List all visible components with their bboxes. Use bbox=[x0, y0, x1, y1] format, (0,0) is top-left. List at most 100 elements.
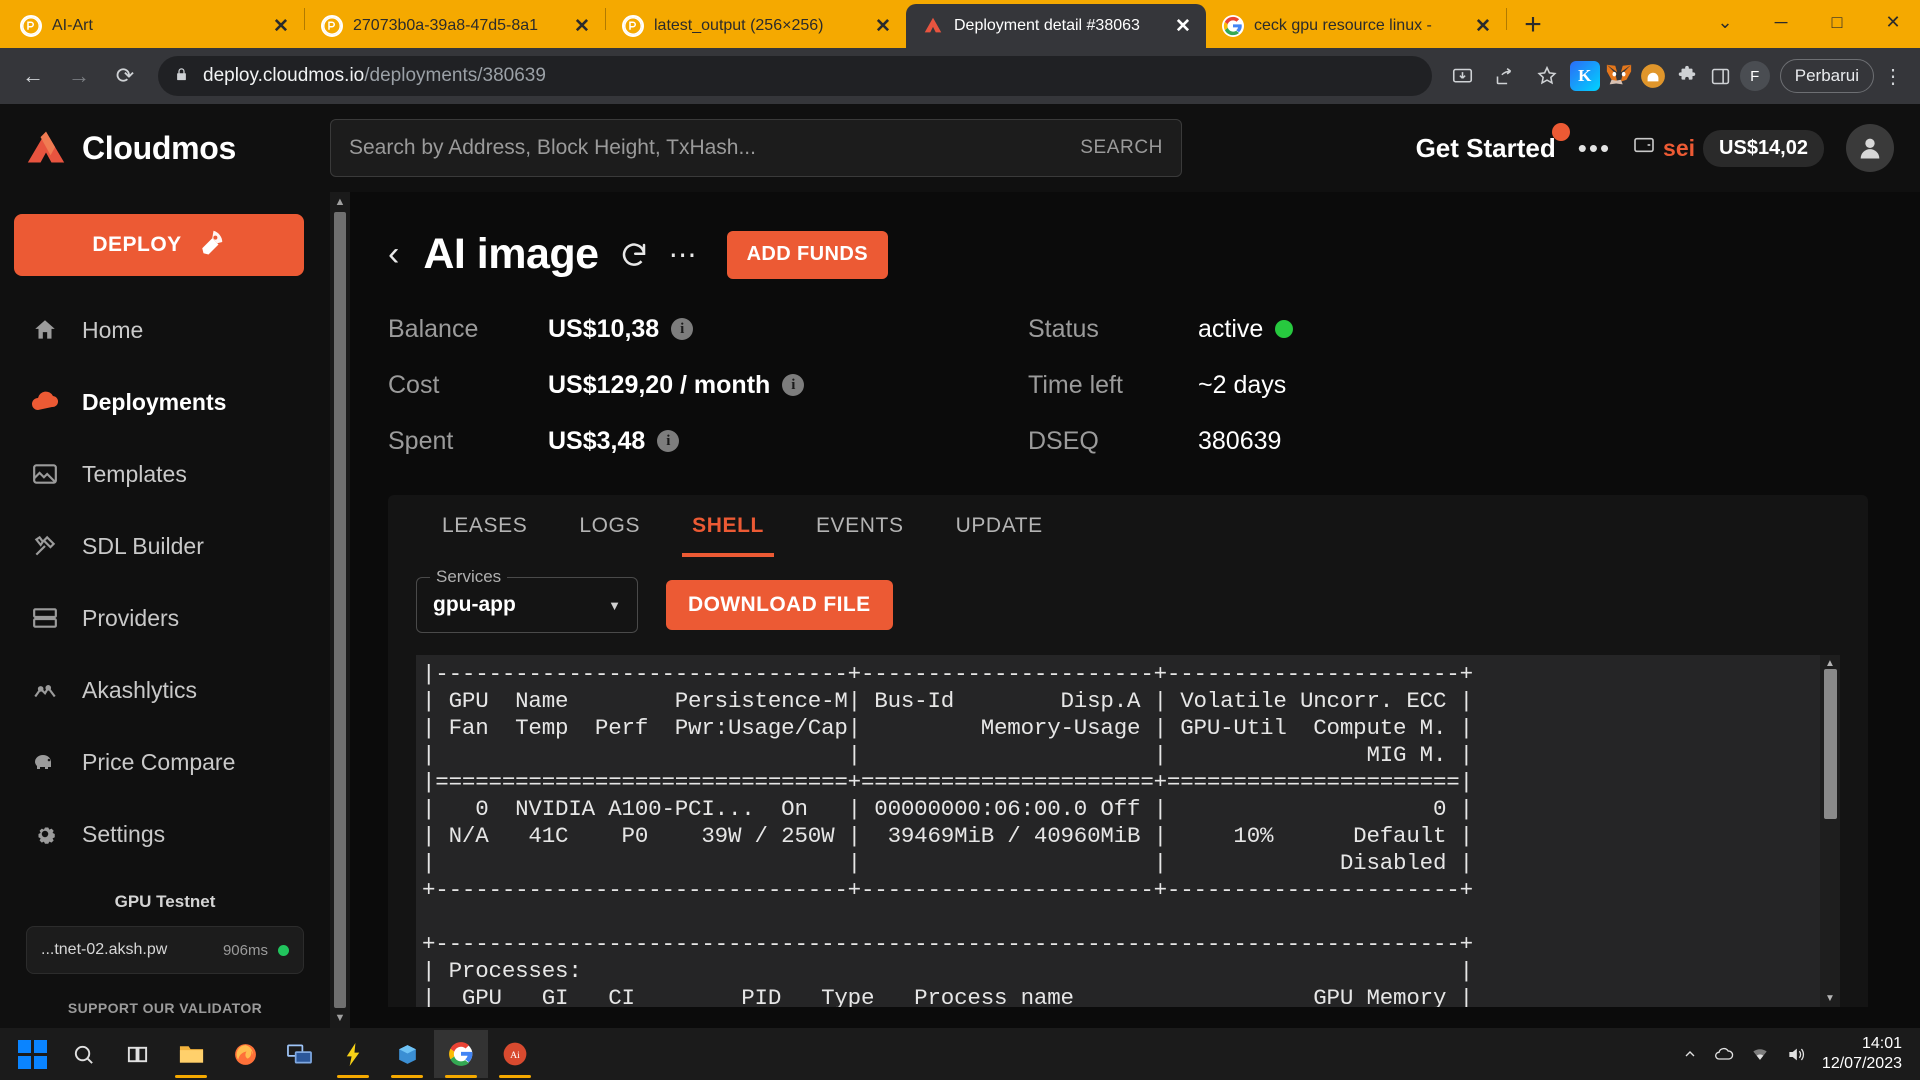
maximize-button[interactable]: □ bbox=[1810, 2, 1864, 42]
terminal-scrollbar[interactable]: ▲ ▼ bbox=[1820, 655, 1840, 1007]
taskbar-ai-app-icon[interactable]: Ai bbox=[488, 1030, 542, 1078]
clock-time: 14:01 bbox=[1862, 1035, 1902, 1052]
taskbar-chrome-icon[interactable] bbox=[434, 1030, 488, 1078]
services-select[interactable]: Services gpu-app ▼ bbox=[416, 577, 638, 633]
forward-button[interactable]: → bbox=[58, 55, 100, 97]
close-icon[interactable]: ✕ bbox=[1470, 13, 1496, 39]
tab-leases[interactable]: LEASES bbox=[416, 495, 553, 557]
update-button[interactable]: Perbarui bbox=[1780, 59, 1874, 93]
keplr-extension-icon[interactable]: K bbox=[1570, 61, 1600, 91]
profile-avatar[interactable]: F bbox=[1740, 61, 1770, 91]
phantom-extension-icon[interactable] bbox=[1638, 61, 1668, 91]
analytics-icon bbox=[30, 678, 60, 702]
chevron-down-icon[interactable]: ▼ bbox=[608, 598, 621, 613]
scroll-down-arrow[interactable]: ▼ bbox=[335, 1012, 346, 1024]
minimize-all-button[interactable]: ⌄ bbox=[1698, 2, 1752, 42]
search-button[interactable]: SEARCH bbox=[1080, 137, 1163, 159]
stat-value: active bbox=[1198, 315, 1293, 344]
node-status[interactable]: ...tnet-02.aksh.pw 906ms bbox=[26, 926, 304, 974]
more-dots-icon[interactable]: ⋯ bbox=[669, 238, 699, 271]
add-funds-button[interactable]: ADD FUNDS bbox=[727, 231, 888, 279]
side-panel-icon[interactable] bbox=[1706, 61, 1736, 91]
share-icon[interactable] bbox=[1486, 57, 1524, 95]
taskbar-remote-desktop-icon[interactable] bbox=[272, 1030, 326, 1078]
address-bar[interactable]: deploy.cloudmos.io/deployments/380639 bbox=[158, 56, 1432, 96]
tab-update[interactable]: UPDATE bbox=[930, 495, 1069, 557]
metamask-extension-icon[interactable] bbox=[1604, 61, 1634, 91]
taskbar-search-icon[interactable] bbox=[56, 1030, 110, 1078]
validator-link[interactable]: SUPPORT OUR VALIDATOR bbox=[0, 1000, 330, 1016]
taskbar-task-view-icon[interactable] bbox=[110, 1030, 164, 1078]
taskbar-file-explorer-icon[interactable] bbox=[164, 1030, 218, 1078]
global-search[interactable]: SEARCH bbox=[330, 119, 1182, 177]
photoshop-icon bbox=[622, 15, 644, 37]
deploy-button[interactable]: DEPLOY bbox=[14, 214, 304, 276]
volume-icon[interactable] bbox=[1786, 1046, 1806, 1063]
browser-tab-1[interactable]: 27073b0a-39a8-47d5-8a1 ✕ bbox=[305, 4, 605, 48]
close-icon[interactable]: ✕ bbox=[870, 13, 896, 39]
image-icon bbox=[30, 462, 60, 486]
onedrive-icon[interactable] bbox=[1714, 1046, 1734, 1062]
browser-tab-3-active[interactable]: Deployment detail #38063 ✕ bbox=[906, 4, 1206, 48]
more-options-icon[interactable]: ••• bbox=[1578, 133, 1611, 164]
refresh-icon[interactable] bbox=[619, 240, 649, 270]
svg-text:Ai: Ai bbox=[510, 1050, 520, 1061]
browser-tab-2[interactable]: latest_output (256×256) ✕ bbox=[606, 4, 906, 48]
taskbar-store-icon[interactable] bbox=[380, 1030, 434, 1078]
piggy-bank-icon bbox=[30, 750, 60, 774]
taskbar-clock[interactable]: 14:01 12/07/2023 bbox=[1822, 1034, 1902, 1074]
get-started-button[interactable]: Get Started bbox=[1416, 133, 1556, 164]
taskbar-firefox-icon[interactable] bbox=[218, 1030, 272, 1078]
info-icon[interactable]: i bbox=[657, 430, 679, 452]
close-icon[interactable]: ✕ bbox=[268, 13, 294, 39]
user-avatar[interactable] bbox=[1846, 124, 1894, 172]
taskbar-thunder-icon[interactable] bbox=[326, 1030, 380, 1078]
tab-shell[interactable]: SHELL bbox=[666, 495, 790, 557]
clock-date: 12/07/2023 bbox=[1822, 1055, 1902, 1072]
sidebar-item-providers[interactable]: Providers bbox=[0, 582, 330, 654]
stat-label: Time left bbox=[1028, 371, 1198, 400]
sidebar-item-settings[interactable]: Settings bbox=[0, 798, 330, 870]
tray-chevron-icon[interactable] bbox=[1682, 1046, 1698, 1062]
sidebar-item-deployments[interactable]: Deployments bbox=[0, 366, 330, 438]
reload-button[interactable]: ⟳ bbox=[104, 55, 146, 97]
tab-logs[interactable]: LOGS bbox=[553, 495, 666, 557]
wallet-chip[interactable]: sei US$14,02 bbox=[1633, 130, 1824, 167]
terminal-scroll-down[interactable]: ▼ bbox=[1825, 993, 1835, 1004]
brand[interactable]: Cloudmos bbox=[24, 126, 330, 170]
page-scrollbar[interactable]: ▲ ▼ bbox=[330, 192, 350, 1028]
back-chevron-icon[interactable]: ‹ bbox=[388, 235, 403, 274]
browser-tab-4[interactable]: ceck gpu resource linux - ✕ bbox=[1206, 4, 1506, 48]
bookmark-star-icon[interactable] bbox=[1528, 57, 1566, 95]
puzzle-extensions-icon[interactable] bbox=[1672, 61, 1702, 91]
sidebar-item-akashlytics[interactable]: Akashlytics bbox=[0, 654, 330, 726]
install-icon[interactable] bbox=[1444, 57, 1482, 95]
start-button[interactable] bbox=[8, 1032, 56, 1076]
terminal-scroll-up[interactable]: ▲ bbox=[1825, 658, 1835, 669]
minimize-button[interactable]: ─ bbox=[1754, 2, 1808, 42]
app-header-right: Get Started ••• sei US$14,02 bbox=[1416, 124, 1894, 172]
close-icon[interactable]: ✕ bbox=[569, 13, 595, 39]
network-icon[interactable] bbox=[1750, 1046, 1770, 1062]
sidebar-item-label: SDL Builder bbox=[82, 533, 204, 560]
back-button[interactable]: ← bbox=[12, 55, 54, 97]
browser-menu-icon[interactable]: ⋮ bbox=[1878, 64, 1908, 89]
close-icon[interactable]: ✕ bbox=[1170, 13, 1196, 39]
terminal-scrollbar-thumb[interactable] bbox=[1824, 669, 1837, 819]
new-tab-button[interactable]: + bbox=[1513, 5, 1553, 45]
sidebar-item-templates[interactable]: Templates bbox=[0, 438, 330, 510]
info-icon[interactable]: i bbox=[782, 374, 804, 396]
search-input[interactable] bbox=[349, 136, 1080, 160]
info-icon[interactable]: i bbox=[671, 318, 693, 340]
terminal-output[interactable]: |-------------------------------+-------… bbox=[416, 655, 1820, 1007]
sidebar-item-sdl-builder[interactable]: SDL Builder bbox=[0, 510, 330, 582]
scrollbar-thumb[interactable] bbox=[334, 212, 346, 1008]
scroll-up-arrow[interactable]: ▲ bbox=[335, 196, 346, 208]
tab-events[interactable]: EVENTS bbox=[790, 495, 930, 557]
sidebar-item-price-compare[interactable]: Price Compare bbox=[0, 726, 330, 798]
download-file-button[interactable]: DOWNLOAD FILE bbox=[666, 580, 893, 630]
browser-tab-0[interactable]: AI-Art ✕ bbox=[4, 4, 304, 48]
close-window-button[interactable]: ✕ bbox=[1866, 2, 1920, 42]
validator-text: SUPPORT OUR VALIDATOR bbox=[68, 1000, 262, 1016]
sidebar-item-home[interactable]: Home bbox=[0, 294, 330, 366]
